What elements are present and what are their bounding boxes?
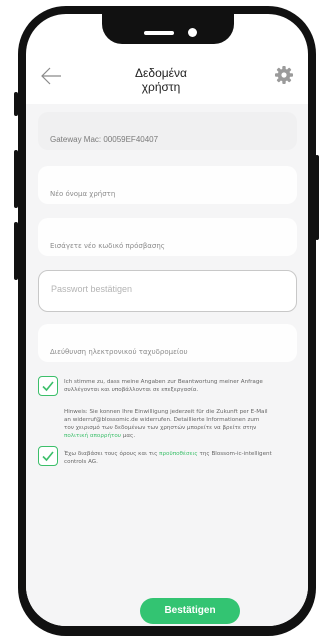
back-button[interactable]: [40, 66, 62, 86]
phone-screen: Δεδομένα χρήστη Gateway Mac: 00059EF4040…: [26, 14, 308, 626]
arrow-left-icon: [41, 67, 61, 85]
confirm-password-placeholder: Passwort bestätigen: [51, 284, 133, 294]
confirm-password-input[interactable]: Passwort bestätigen: [38, 270, 297, 312]
gateway-mac-text: Gateway Mac: 00059EF40407: [50, 135, 159, 144]
email-placeholder: Διεύθυνση ηλεκτρονικού ταχυδρομείου: [50, 348, 188, 356]
settings-button[interactable]: [274, 65, 294, 85]
phone-frame: Δεδομένα χρήστη Gateway Mac: 00059EF4040…: [18, 6, 316, 636]
consent-text: Ich stimme zu, dass meine Angaben zur Be…: [64, 379, 263, 393]
password-input[interactable]: Εισάγετε νέο κωδικό πρόσβασης: [38, 218, 297, 256]
privacy-policy-link[interactable]: πολιτική απορρήτου: [64, 433, 121, 439]
form-container: Gateway Mac: 00059EF40407 Νέο όνομα χρήσ…: [26, 104, 308, 626]
terms-checkbox[interactable]: [38, 446, 58, 466]
withdrawal-notice: Hinweis: Sie konnen Ihre Einwilligung je…: [64, 409, 268, 439]
app-header: Δεδομένα χρήστη: [26, 56, 308, 104]
username-input[interactable]: Νέο όνομα χρήστη: [38, 166, 297, 204]
checkmark-icon: [42, 451, 54, 462]
phone-notch: [102, 14, 234, 44]
username-placeholder: Νέο όνομα χρήστη: [50, 190, 116, 198]
email-input[interactable]: Διεύθυνση ηλεκτρονικού ταχυδρομείου: [38, 324, 297, 362]
terms-text: Έχω διαβάσει τους όρους και τις προϋποθέ…: [64, 451, 272, 465]
gear-icon: [275, 66, 293, 84]
front-camera: [188, 28, 197, 37]
consent-checkbox[interactable]: [38, 376, 58, 396]
terms-link[interactable]: προϋποθέσεις: [159, 451, 198, 457]
page-title: Δεδομένα χρήστη: [135, 66, 187, 94]
password-placeholder: Εισάγετε νέο κωδικό πρόσβασης: [50, 242, 165, 250]
checkmark-icon: [42, 381, 54, 392]
confirm-button[interactable]: Bestätigen: [140, 598, 240, 624]
speaker-grill: [144, 31, 174, 35]
gateway-mac-field: Gateway Mac: 00059EF40407: [38, 112, 297, 150]
